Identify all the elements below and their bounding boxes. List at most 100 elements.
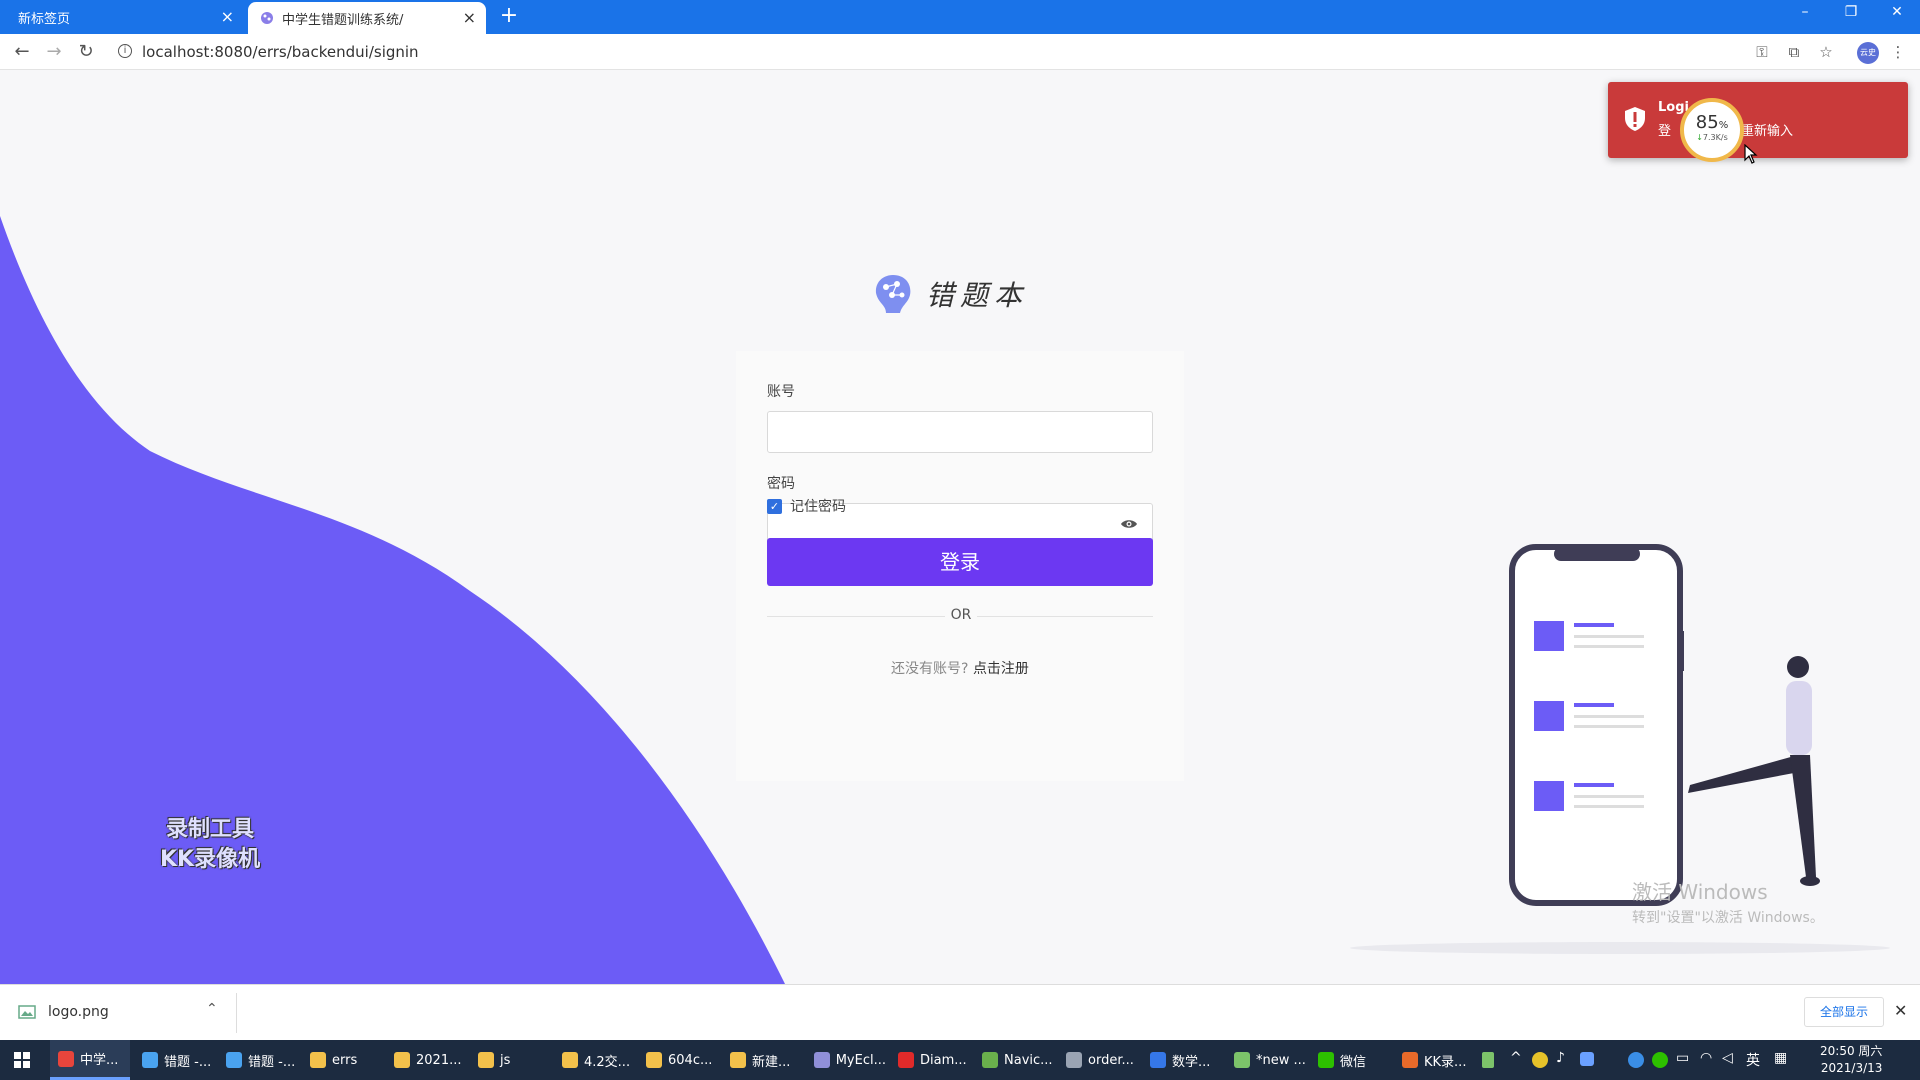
toast-message-end: 重新输入 bbox=[1741, 124, 1794, 139]
device-icon[interactable]: ▭ bbox=[1676, 1050, 1689, 1066]
checkbox-checked-icon[interactable]: ✓ bbox=[767, 498, 782, 514]
taskbar-item-label: 2021... bbox=[416, 1052, 462, 1068]
back-icon[interactable]: ← bbox=[11, 42, 33, 62]
forward-icon[interactable]: → bbox=[43, 42, 65, 62]
network-speed-widget[interactable]: 85% ↓7.3K/s bbox=[1680, 98, 1744, 162]
login-button[interactable]: 登录 bbox=[767, 538, 1153, 586]
register-prompt: 还没有账号? bbox=[891, 661, 969, 677]
divider-text: OR bbox=[945, 607, 977, 623]
taskbar-item[interactable]: MyEcl... bbox=[806, 1040, 886, 1080]
star-icon[interactable]: ☆ bbox=[1816, 42, 1836, 62]
remember-password[interactable]: ✓ 记住密码 bbox=[767, 496, 846, 516]
address-bar[interactable]: localhost:8080/errs/backendui/signin bbox=[142, 43, 419, 61]
taskbar-item-label: order... bbox=[1088, 1052, 1134, 1068]
taskbar-item[interactable]: order... bbox=[1058, 1040, 1138, 1080]
volume-icon[interactable]: ◁ bbox=[1722, 1050, 1733, 1066]
menu-icon[interactable]: ⋮ bbox=[1888, 42, 1908, 62]
chevron-up-icon[interactable]: ⌃ bbox=[206, 1001, 218, 1017]
remember-label: 记住密码 bbox=[790, 499, 846, 515]
tray-app-icon[interactable] bbox=[1532, 1052, 1548, 1068]
close-icon[interactable]: × bbox=[221, 9, 234, 25]
folder-icon bbox=[730, 1052, 746, 1068]
activation-title: 激活 Windows bbox=[1632, 880, 1768, 904]
shield-icon bbox=[1625, 107, 1645, 131]
taskbar-item[interactable]: Diam... bbox=[890, 1040, 970, 1080]
eclipse-icon bbox=[814, 1052, 830, 1068]
password-label: 密码 bbox=[767, 476, 795, 492]
register-row: 还没有账号? 点击注册 bbox=[767, 658, 1153, 678]
restore-icon[interactable]: ❐ bbox=[1836, 4, 1866, 20]
background-wave bbox=[0, 216, 785, 984]
folder-icon bbox=[646, 1052, 662, 1068]
register-link[interactable]: 点击注册 bbox=[973, 661, 1029, 677]
taskbar-item[interactable]: js bbox=[470, 1040, 550, 1080]
eye-icon[interactable] bbox=[1120, 518, 1138, 530]
taskbar-item[interactable]: 新建... bbox=[722, 1040, 802, 1080]
taskbar-item-label: 数学... bbox=[1172, 1054, 1211, 1070]
tray-app-icon[interactable] bbox=[1628, 1052, 1644, 1068]
taskbar-item[interactable]: 错题 -... bbox=[134, 1040, 214, 1080]
taskbar-item-label: 中学... bbox=[80, 1053, 119, 1068]
app-icon bbox=[142, 1052, 158, 1068]
show-all-downloads-button[interactable]: 全部显示 bbox=[1804, 997, 1884, 1027]
system-clock[interactable]: 20:50 周六 2021/3/13 bbox=[1820, 1043, 1882, 1077]
input-language-indicator[interactable]: 英 bbox=[1746, 1050, 1760, 1070]
tab-signin[interactable]: 中学生错题训练系统/ × bbox=[248, 2, 486, 34]
profile-avatar[interactable]: 云史 bbox=[1857, 42, 1879, 64]
close-icon[interactable]: ✕ bbox=[1894, 1001, 1907, 1020]
windows-taskbar: 中学... 错题 -... 错题 -... errs 2021... js 4.2交... 6… bbox=[0, 1040, 1920, 1080]
taskbar-item[interactable]: 604c... bbox=[638, 1040, 718, 1080]
divider bbox=[236, 993, 237, 1033]
tray-app-icon[interactable] bbox=[1580, 1052, 1594, 1066]
minimize-icon[interactable]: – bbox=[1790, 4, 1820, 20]
taskbar-item[interactable]: 错题 -... bbox=[218, 1040, 298, 1080]
mouse-cursor-icon bbox=[1744, 144, 1758, 164]
taskbar-item[interactable]: 数学... bbox=[1142, 1040, 1222, 1080]
taskbar-item[interactable]: Navic... bbox=[974, 1040, 1054, 1080]
taskbar-item-label: 微信 bbox=[1340, 1054, 1367, 1070]
recorder-icon bbox=[1402, 1052, 1418, 1068]
taskbar-item[interactable]: 4.2交... bbox=[554, 1040, 634, 1080]
info-icon[interactable]: i bbox=[118, 44, 132, 58]
taskbar-item-label: js bbox=[500, 1052, 511, 1068]
watermark-line: KK录像机 bbox=[160, 847, 261, 872]
chevron-up-icon[interactable]: ^ bbox=[1510, 1050, 1522, 1066]
diamond-icon bbox=[898, 1052, 914, 1068]
wechat-icon[interactable] bbox=[1652, 1052, 1668, 1068]
taskbar-item-label: Diam... bbox=[920, 1052, 967, 1068]
taskbar-item[interactable]: 微信 bbox=[1310, 1040, 1390, 1080]
taskbar-item[interactable]: 中学... bbox=[50, 1040, 130, 1080]
bell-icon[interactable]: ♪ bbox=[1556, 1050, 1565, 1066]
taskbar-item[interactable]: errs bbox=[302, 1040, 382, 1080]
app-icon bbox=[226, 1052, 242, 1068]
close-icon[interactable]: × bbox=[463, 10, 476, 26]
tab-new-tab[interactable]: 新标签页 × bbox=[0, 0, 244, 34]
navicat-icon bbox=[982, 1052, 998, 1068]
taskbar-item[interactable]: *new ... bbox=[1226, 1040, 1306, 1080]
notepad-icon bbox=[1234, 1052, 1250, 1068]
new-tab-button[interactable]: + bbox=[498, 5, 520, 27]
app-icon bbox=[1066, 1052, 1082, 1068]
translate-icon[interactable]: ⧉ bbox=[1784, 42, 1804, 62]
windows-start-icon[interactable] bbox=[14, 1052, 30, 1068]
account-input[interactable] bbox=[767, 411, 1153, 453]
account-label: 账号 bbox=[767, 384, 795, 400]
key-icon[interactable]: ⚿ bbox=[1752, 42, 1772, 62]
taskbar-item-label: 新建... bbox=[752, 1054, 791, 1070]
download-file-name[interactable]: logo.png bbox=[48, 1004, 109, 1020]
reload-icon[interactable]: ↻ bbox=[75, 42, 97, 62]
folder-icon bbox=[310, 1052, 326, 1068]
wechat-icon bbox=[1318, 1052, 1334, 1068]
taskbar-item-label: Navic... bbox=[1004, 1052, 1053, 1068]
window-close-icon[interactable]: ✕ bbox=[1882, 4, 1912, 20]
folder-icon bbox=[394, 1052, 410, 1068]
wifi-icon[interactable]: ◠ bbox=[1700, 1050, 1712, 1066]
taskbar-item[interactable]: KK录... bbox=[1394, 1040, 1474, 1080]
error-toast[interactable]: Logi 登重新输入 bbox=[1608, 82, 1908, 158]
keyboard-icon[interactable]: ▦ bbox=[1774, 1050, 1787, 1066]
taskbar-item[interactable]: 2021... bbox=[386, 1040, 466, 1080]
speed-percent-unit: % bbox=[1718, 120, 1729, 131]
taskbar-item-label: 错题 -... bbox=[248, 1054, 296, 1070]
browser-toolbar: ← → ↻ i localhost:8080/errs/backendui/si… bbox=[0, 34, 1920, 70]
battery-icon[interactable] bbox=[1482, 1052, 1494, 1068]
